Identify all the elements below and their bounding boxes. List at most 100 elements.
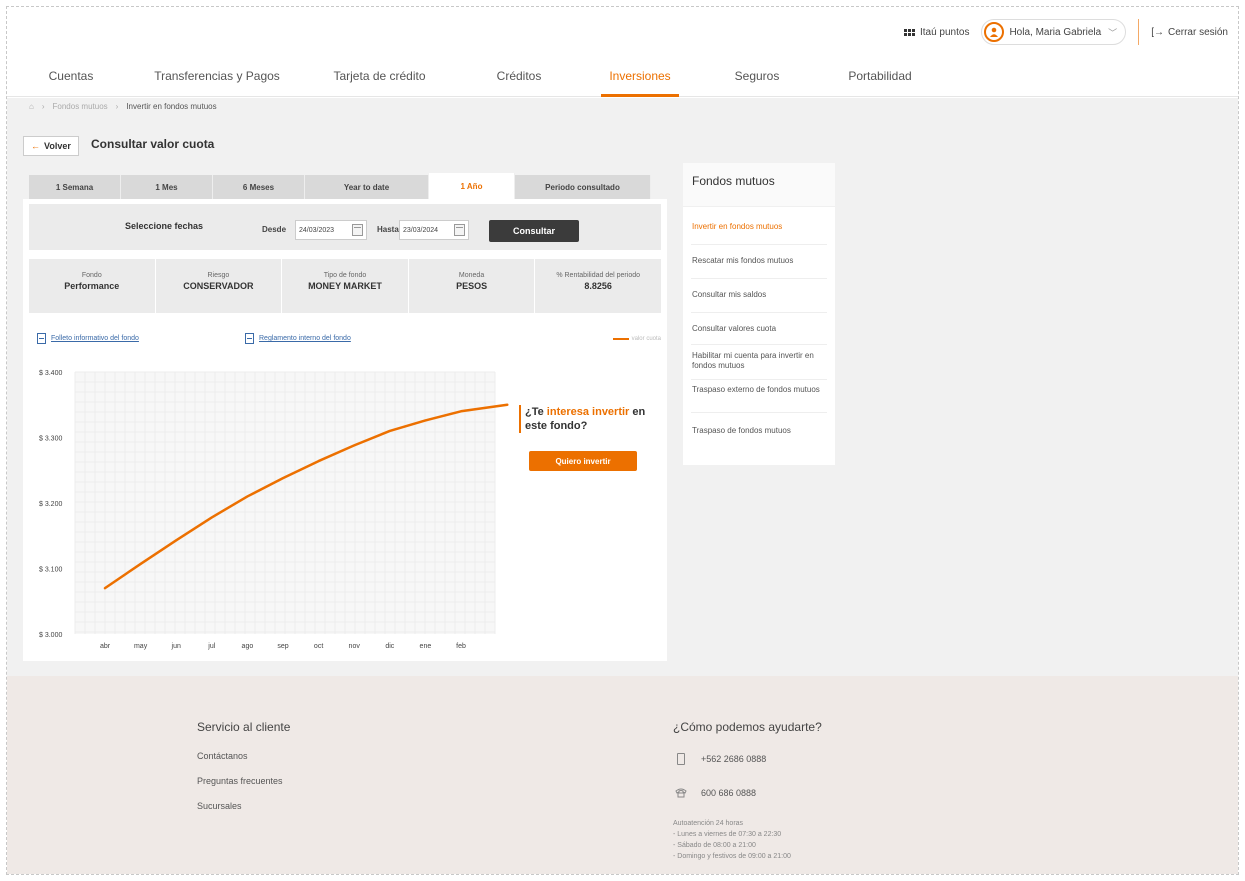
breadcrumb-current: Invertir en fondos mutuos bbox=[126, 102, 217, 111]
fund-info-cell: Riesgo CONSERVADOR bbox=[156, 259, 283, 313]
breadcrumb-fondos-mutuos[interactable]: Fondos mutuos bbox=[53, 102, 108, 111]
fund-info-cell: % Rentabilidad del periodo 8.8256 bbox=[535, 259, 661, 313]
footer-link-contactanos[interactable]: Contáctanos bbox=[197, 751, 248, 761]
x-tick-label: ago bbox=[242, 643, 254, 650]
fund-info-key: Riesgo bbox=[207, 272, 230, 279]
side-menu-title: Fondos mutuos bbox=[683, 163, 835, 207]
y-tick-label: $ 3.200 bbox=[39, 501, 62, 508]
footer-service-title: Servicio al cliente bbox=[197, 720, 291, 734]
document-icon bbox=[37, 333, 46, 344]
fund-info-value: Performance bbox=[64, 281, 120, 291]
nav-item-transferencias[interactable]: Transferencias y Pagos bbox=[152, 65, 282, 97]
from-date-input[interactable]: 24/03/2023 bbox=[295, 220, 367, 240]
back-label: Volver bbox=[44, 141, 71, 151]
page-title: Consultar valor cuota bbox=[91, 137, 215, 151]
fund-info-key: Tipo de fondo bbox=[323, 272, 367, 279]
footer-help-title: ¿Cómo podemos ayudarte? bbox=[673, 720, 822, 734]
side-item-invertir[interactable]: Invertir en fondos mutuos bbox=[692, 222, 828, 232]
mobile-phone-icon bbox=[677, 753, 685, 765]
reglamento-link[interactable]: Reglamento interno del fondo bbox=[245, 333, 351, 344]
nav-item-portabilidad[interactable]: Portabilidad bbox=[840, 65, 920, 97]
side-item-traspaso[interactable]: Traspaso de fondos mutuos bbox=[692, 426, 828, 436]
itau-points-link[interactable]: Itaú puntos bbox=[903, 26, 970, 38]
side-item-traspaso-externo[interactable]: Traspaso externo de fondos mutuos bbox=[692, 385, 828, 395]
document-icon bbox=[245, 333, 254, 344]
footer-link-preguntas[interactable]: Preguntas frecuentes bbox=[197, 776, 283, 786]
fund-info-cell: Fondo Performance bbox=[29, 259, 156, 313]
nav-item-creditos[interactable]: Créditos bbox=[487, 65, 551, 97]
fund-info-value: MONEY MARKET bbox=[308, 281, 382, 291]
divider bbox=[691, 244, 827, 245]
folleto-link[interactable]: Folleto informativo del fondo bbox=[37, 333, 139, 344]
from-label: Desde bbox=[262, 225, 287, 234]
tab-1-semana[interactable]: 1 Semana bbox=[29, 175, 121, 199]
back-arrow-icon: ← bbox=[31, 141, 40, 151]
nav-item-inversiones[interactable]: Inversiones bbox=[601, 65, 679, 97]
side-item-saldos[interactable]: Consultar mis saldos bbox=[692, 290, 828, 300]
tab-periodo-consultado[interactable]: Periodo consultado bbox=[515, 175, 651, 199]
telephone-icon bbox=[675, 788, 687, 798]
x-tick-label: nov bbox=[349, 643, 361, 650]
side-item-habilitar[interactable]: Habilitar mi cuenta para invertir en fon… bbox=[692, 351, 828, 371]
utility-links: Itaú puntos Hola, Maria Gabriela ﹀ [→ Ce… bbox=[903, 19, 1228, 45]
grid-dots-icon bbox=[903, 28, 915, 36]
divider bbox=[691, 412, 827, 413]
logout-label: Cerrar sesión bbox=[1167, 26, 1228, 38]
value-chart: $ 3.400 $ 3.300 $ 3.200 $ 3.100 $ 3.000 abr ma… bbox=[25, 358, 665, 660]
nav-item-tarjeta[interactable]: Tarjeta de crédito bbox=[322, 65, 437, 97]
to-date-input[interactable]: 23/03/2024 bbox=[399, 220, 469, 240]
logout-link[interactable]: [→ Cerrar sesión bbox=[1151, 27, 1228, 38]
fund-info-key: % Rentabilidad del periodo bbox=[556, 272, 640, 279]
back-button[interactable]: ← Volver bbox=[23, 136, 79, 156]
chevron-down-icon: ﹀ bbox=[1108, 27, 1118, 38]
user-menu[interactable]: Hola, Maria Gabriela ﹀ bbox=[981, 19, 1127, 45]
x-tick-label: jun bbox=[171, 643, 181, 650]
itau-points-label: Itaú puntos bbox=[919, 26, 970, 38]
chart-legend: valor cuota bbox=[612, 336, 661, 342]
divider bbox=[691, 278, 827, 279]
footer-phone-1[interactable]: +562 2686 0888 bbox=[701, 754, 766, 764]
tab-1-mes[interactable]: 1 Mes bbox=[121, 175, 213, 199]
quiero-invertir-button[interactable]: Quiero invertir bbox=[529, 451, 637, 471]
tab-6-meses[interactable]: 6 Meses bbox=[213, 175, 305, 199]
select-dates-label: Seleccione fechas bbox=[125, 221, 204, 231]
calendar-icon[interactable] bbox=[454, 224, 465, 236]
x-tick-label: feb bbox=[456, 643, 466, 650]
fund-info-cell: Moneda PESOS bbox=[409, 259, 536, 313]
tab-year-to-date[interactable]: Year to date bbox=[305, 175, 429, 199]
consultar-button[interactable]: Consultar bbox=[489, 220, 579, 242]
x-tick-label: dic bbox=[385, 643, 394, 650]
y-tick-label: $ 3.400 bbox=[39, 370, 62, 377]
date-selector: Seleccione fechas Desde 24/03/2023 Hasta… bbox=[29, 204, 661, 250]
to-label: Hasta bbox=[377, 225, 399, 234]
cta-question: ¿Te interesa invertir en este fondo? bbox=[519, 405, 659, 433]
chart-svg: $ 3.400 $ 3.300 $ 3.200 $ 3.100 $ 3.000 abr ma… bbox=[39, 370, 509, 650]
divider bbox=[1138, 19, 1140, 45]
breadcrumb-separator: › bbox=[41, 102, 45, 111]
period-tabs: 1 Semana 1 Mes 6 Meses Year to date 1 Añ… bbox=[29, 173, 651, 199]
legend-swatch bbox=[612, 338, 629, 340]
y-tick-label: $ 3.100 bbox=[39, 567, 62, 574]
side-item-rescatar[interactable]: Rescatar mis fondos mutuos bbox=[692, 256, 828, 266]
side-item-valores-cuota[interactable]: Consultar valores cuota bbox=[692, 324, 828, 334]
divider bbox=[691, 312, 827, 313]
y-tick-label: $ 3.300 bbox=[39, 436, 62, 443]
to-date-value: 23/03/2024 bbox=[403, 226, 439, 234]
tab-1-ano[interactable]: 1 Año bbox=[429, 173, 515, 199]
x-tick-label: may bbox=[134, 643, 148, 650]
footer-phone-2[interactable]: 600 686 0888 bbox=[701, 788, 756, 798]
calendar-icon[interactable] bbox=[352, 224, 363, 236]
page-frame: Itaú puntos Hola, Maria Gabriela ﹀ [→ Ce… bbox=[6, 6, 1239, 875]
schedule-line: - Domingo y festivos de 09:00 a 21:00 bbox=[673, 853, 791, 860]
x-tick-label: oct bbox=[314, 643, 323, 650]
nav-item-seguros[interactable]: Seguros bbox=[725, 65, 789, 97]
nav-item-cuentas[interactable]: Cuentas bbox=[41, 65, 101, 97]
y-tick-label: $ 3.000 bbox=[39, 632, 62, 639]
home-icon[interactable]: ⌂ bbox=[29, 102, 34, 111]
schedule-line: Autoatención 24 horas bbox=[673, 820, 744, 827]
fund-info-key: Fondo bbox=[81, 272, 102, 279]
footer-link-sucursales[interactable]: Sucursales bbox=[197, 801, 242, 811]
divider bbox=[691, 344, 827, 345]
x-tick-label: abr bbox=[100, 643, 111, 650]
fund-info-key: Moneda bbox=[458, 272, 485, 279]
